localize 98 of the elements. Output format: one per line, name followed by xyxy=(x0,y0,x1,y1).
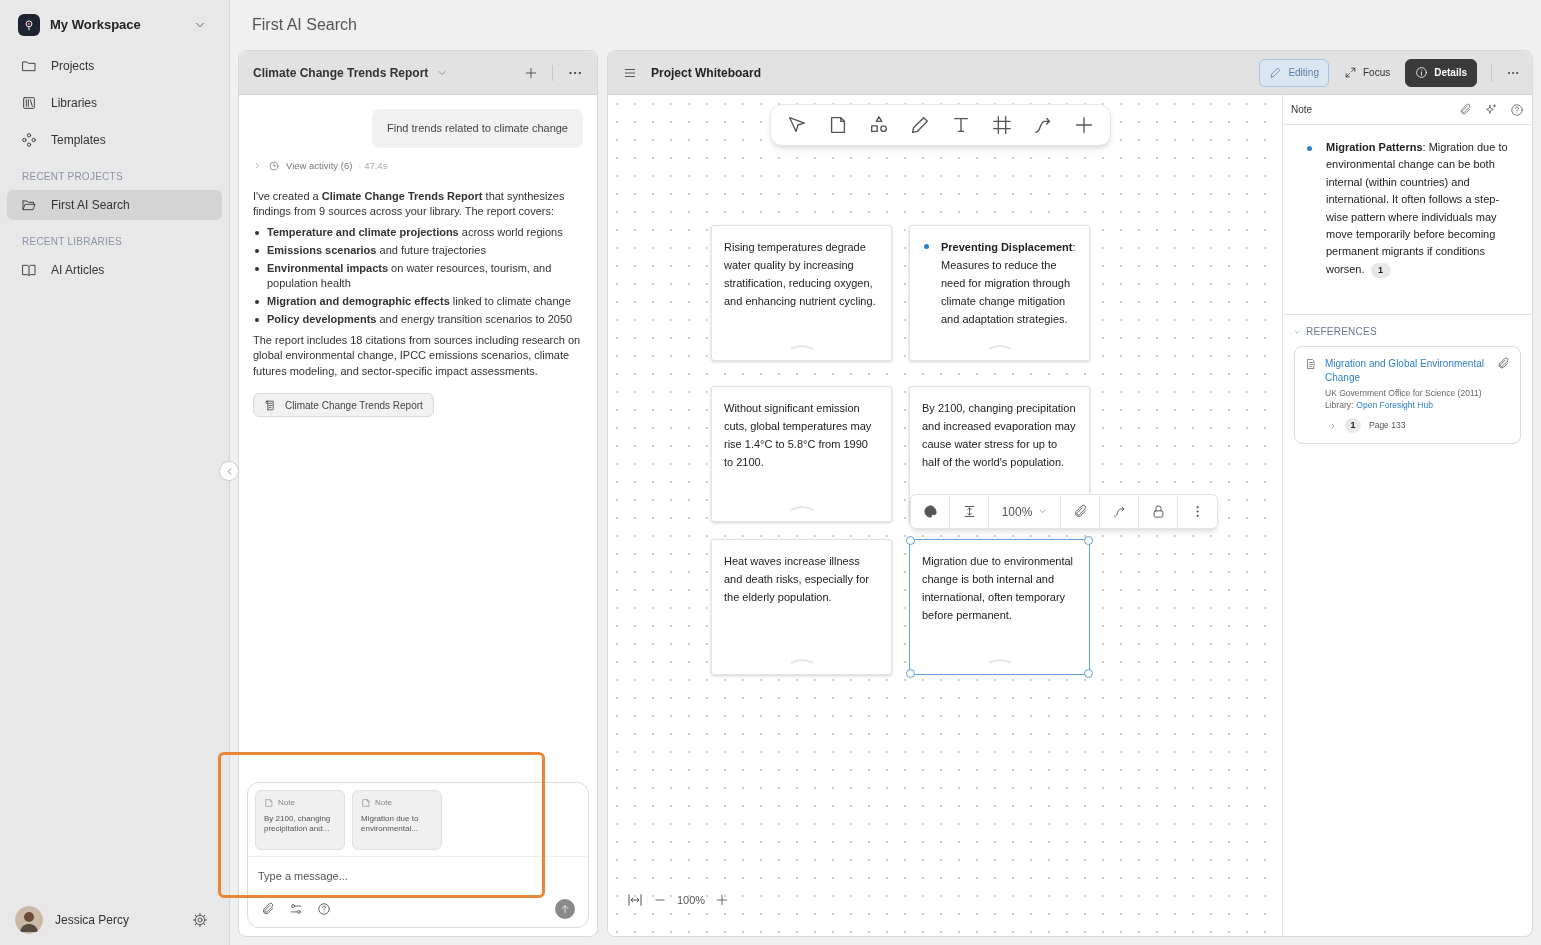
chip-text: Migration due to environmental... xyxy=(361,814,420,834)
library-link[interactable]: Open Foresight Hub xyxy=(1356,399,1433,412)
drag-handle-icon[interactable] xyxy=(790,344,814,350)
drag-handle-icon[interactable] xyxy=(988,658,1012,664)
scroll-icon xyxy=(264,398,277,412)
open-folder-icon xyxy=(21,197,37,213)
sticky-note[interactable]: Without significant emission cuts, global temperatures may rise 1.4°C to 5.8°C from 1990 to 2100. xyxy=(711,386,892,522)
palette-icon[interactable] xyxy=(922,504,938,519)
books-icon xyxy=(21,95,37,111)
user-message-bubble: Find trends related to climate change xyxy=(372,109,583,148)
attach-icon[interactable] xyxy=(261,902,275,916)
sticky-note[interactable]: Preventing Displacement: Measures to reduce the need for migration through climate change mitigation and adaptation strategies. xyxy=(909,225,1090,361)
pencil-icon xyxy=(1269,66,1283,79)
arrow-up-icon xyxy=(559,903,571,915)
page-number: Page 133 xyxy=(1369,419,1406,432)
clock-icon xyxy=(268,159,280,172)
sidebar-item[interactable]: Libraries xyxy=(7,88,222,118)
list-item-text: Policy developments and energy transition scenarios to 2050 xyxy=(267,311,573,327)
note-text: Rising temperatures degrade water quality by increasing stratification, reducing oxygen, and enhancing nutrient cycling. xyxy=(724,240,877,309)
height-icon[interactable] xyxy=(961,504,977,519)
paperclip-icon[interactable] xyxy=(1072,504,1088,519)
mode-button[interactable]: Details xyxy=(1405,58,1477,87)
note-context-chip[interactable]: Note By 2100, changing precipitation and... xyxy=(255,790,345,850)
list-item-text: Emissions scenarios and future trajectories xyxy=(267,242,486,258)
user-name: Jessica Percy xyxy=(55,912,131,929)
message-input[interactable]: Type a message... xyxy=(258,867,578,885)
response-text: The report includes 18 citations from sources including research on global environmental change, IPCC emissions scenarios, climate futures modeling, and sector-specific impact assessments. xyxy=(253,332,582,379)
response-text: I've created a Climate Change Trends Report that synthesizes findings from 9 sources across your library. The report covers: xyxy=(253,188,566,219)
chip-label: Note xyxy=(278,797,295,809)
chevron-right-icon xyxy=(253,161,262,171)
chip-label: Note xyxy=(375,797,392,809)
expand-icon xyxy=(1343,66,1357,79)
mode-button[interactable]: Focus xyxy=(1333,58,1401,87)
library-label: Library: xyxy=(1325,399,1354,412)
section-heading: RECENT LIBRARIES xyxy=(21,235,123,249)
lock-icon[interactable] xyxy=(1150,504,1166,519)
sidebar-item[interactable]: Projects xyxy=(7,51,222,81)
chevron-down-icon xyxy=(1038,507,1048,516)
section-heading: REFERENCES xyxy=(1306,325,1377,339)
sliders-icon[interactable] xyxy=(289,902,303,916)
book-icon xyxy=(21,262,37,278)
sidebar-item[interactable]: First AI Search xyxy=(7,190,222,220)
resize-handle[interactable] xyxy=(906,536,915,545)
user-avatar xyxy=(15,906,43,934)
note-text: Preventing Displacement: Measures to reduce the need for migration through climate change mitigation and adaptation strategies. xyxy=(941,240,1077,327)
paperclip-icon[interactable] xyxy=(1459,103,1472,116)
chip-text: By 2100, changing precipitation and... xyxy=(264,814,332,834)
zoom-level: 100% xyxy=(677,892,706,908)
resize-handle[interactable] xyxy=(1084,669,1093,678)
add-icon[interactable] xyxy=(524,65,538,80)
zoom-in-icon[interactable] xyxy=(715,892,730,907)
drag-handle-icon[interactable] xyxy=(790,658,814,664)
note-context-chip[interactable]: Note Migration due to environmental... xyxy=(352,790,442,850)
sticky-note[interactable]: Heat waves increase illness and death risks, especially for the elderly population. xyxy=(711,539,892,675)
drag-handle-icon[interactable] xyxy=(790,505,814,511)
chevron-right-icon[interactable] xyxy=(1329,421,1337,430)
reference-title-link[interactable]: Migration and Global Environmental Change xyxy=(1325,357,1489,385)
connector-icon[interactable] xyxy=(1111,504,1127,519)
note-detail-text: Migration Patterns: Migration due to environmental change can be both internal (within countries) and international. It often follows a step-wise pattern where individuals may move temporarily before becoming permanent migrants if conditions worsen. 1 xyxy=(1326,139,1518,314)
sidebar-item[interactable]: AI Articles xyxy=(7,255,222,285)
send-button[interactable] xyxy=(555,899,575,919)
fit-width-icon[interactable] xyxy=(627,891,643,908)
list-item-text: Temperature and climate projections across world regions xyxy=(267,224,563,240)
zoom-dropdown[interactable]: 100% xyxy=(989,495,1061,528)
hash-icon[interactable] xyxy=(990,114,1014,136)
note-icon xyxy=(264,798,274,808)
page-title: First AI Search xyxy=(251,15,358,35)
resize-handle[interactable] xyxy=(906,669,915,678)
paperclip-icon[interactable] xyxy=(1497,357,1510,370)
sticky-note[interactable]: Rising temperatures degrade water quality by increasing stratification, reducing oxygen, and enhancing nutrient cycling. xyxy=(711,225,892,361)
count-badge: 1 xyxy=(1345,418,1361,433)
note-text: By 2100, changing precipitation and increased evaporation may cause water stress for up to half of the world's population. xyxy=(922,401,1077,470)
sidebar-item[interactable]: Templates xyxy=(7,125,222,155)
help-icon[interactable] xyxy=(317,902,331,916)
view-activity-toggle[interactable]: View activity (6) · 47.4s xyxy=(253,158,583,173)
settings-icon[interactable] xyxy=(192,912,208,928)
mode-button[interactable]: Editing xyxy=(1259,58,1329,87)
reference-source: UK Government Office for Science (2011) xyxy=(1325,387,1483,399)
note-text: Heat waves increase illness and death risks, especially for the elderly population. xyxy=(724,554,870,605)
whiteboard-title: Project Whiteboard xyxy=(651,64,761,82)
four-circles-icon xyxy=(21,132,37,148)
citation-badge[interactable]: 1 xyxy=(1370,263,1391,279)
list-item-text: Migration and demographic effects linked to climate change xyxy=(267,293,571,309)
resize-handle[interactable] xyxy=(1084,536,1093,545)
workspace-logo-icon xyxy=(18,14,40,36)
folder-icon xyxy=(21,58,37,74)
workspace-switcher[interactable]: My Workspace xyxy=(7,12,222,38)
help-icon[interactable] xyxy=(1510,102,1524,117)
panel-header: Note xyxy=(1291,103,1314,117)
info-icon xyxy=(1415,66,1429,79)
note-text: Without significant emission cuts, global temperatures may rise 1.4°C to 5.8°C from 1990 to 2100. xyxy=(724,401,873,470)
note-text: Migration due to environmental change is both internal and international, often temporary before permanent. xyxy=(922,554,1075,623)
drag-handle-icon[interactable] xyxy=(988,344,1012,350)
report-attachment-button[interactable]: Climate Change Trends Report xyxy=(253,393,434,418)
section-heading: RECENT PROJECTS xyxy=(21,170,124,184)
note-icon xyxy=(361,798,371,808)
document-icon xyxy=(1305,358,1317,370)
sparkle-icon[interactable] xyxy=(1484,102,1498,117)
